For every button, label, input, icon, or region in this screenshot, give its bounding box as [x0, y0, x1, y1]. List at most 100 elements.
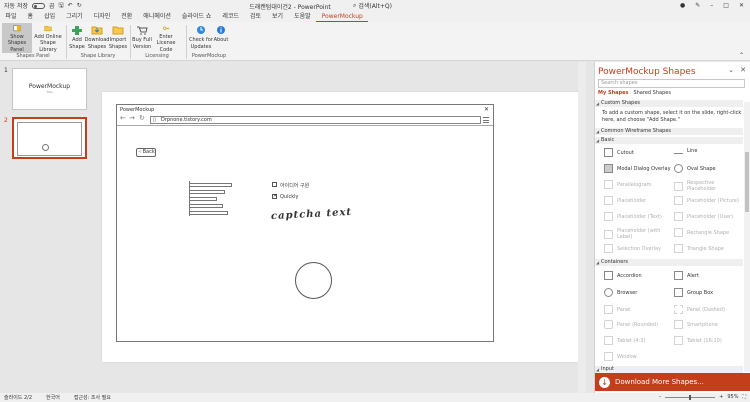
- back-arrow-icon: ←: [120, 114, 126, 122]
- about-button[interactable]: About: [213, 23, 229, 53]
- shape-placeholder-user[interactable]: Placeholder (User): [674, 212, 733, 221]
- tab-insert[interactable]: 삽입: [39, 12, 61, 22]
- minimize-icon[interactable]: –: [710, 2, 713, 9]
- checkbox-2[interactable]: ✕: [272, 194, 277, 199]
- accessibility-status[interactable]: 접근성: 조사 필요: [74, 394, 111, 401]
- search-box[interactable]: ⌕ 검색(Alt+Q): [353, 1, 428, 11]
- shape-tablet-4-3[interactable]: Tablet (4:3): [604, 336, 645, 345]
- shape-respective-placeholder[interactable]: Respective Placeholder: [674, 180, 742, 192]
- tab-powermockup[interactable]: PowerMockup: [316, 12, 369, 22]
- slide-canvas[interactable]: PowerMockup ✕ ← → ↻ ▯ Drpnone.tistory.co…: [102, 92, 584, 362]
- bar-3[interactable]: [189, 197, 217, 201]
- tab-record[interactable]: 레코드: [217, 12, 245, 22]
- section-custom-shapes[interactable]: Custom Shapes: [595, 100, 743, 107]
- section-basic[interactable]: Basic: [595, 137, 743, 144]
- language[interactable]: 한국어: [46, 394, 60, 401]
- checkbox-1[interactable]: [272, 182, 277, 187]
- shape-placeholder-picture[interactable]: Placeholder (Picture): [674, 196, 739, 205]
- shape-line[interactable]: Line: [674, 148, 697, 154]
- tab-review[interactable]: 검토: [244, 12, 266, 22]
- browser-window-title: PowerMockup: [120, 107, 155, 113]
- undo-icon[interactable]: ↶: [68, 2, 73, 9]
- shape-panel-dashed[interactable]: Panel (Dashed): [674, 305, 725, 314]
- thumb-title: PowerMockup: [28, 83, 71, 90]
- check-for-updates-button[interactable]: Check for Updates: [189, 23, 213, 53]
- maximize-icon[interactable]: □: [723, 2, 729, 9]
- shape-placeholder-with-label[interactable]: Placeholder (with Label): [604, 228, 672, 240]
- shape-window[interactable]: Window: [604, 352, 637, 361]
- shape-modal-dialog-overlay[interactable]: Modal Dialog Overlay: [604, 164, 671, 173]
- buy-full-version-button[interactable]: Buy Full Version: [132, 23, 152, 53]
- pen-icon[interactable]: ✎: [695, 2, 700, 9]
- section-containers[interactable]: Containers: [595, 259, 743, 266]
- add-online-library-button[interactable]: Add Online Shape Library: [33, 23, 63, 53]
- bar-5[interactable]: [189, 211, 228, 215]
- section-common-wireframe[interactable]: Common Wireframe Shapes: [595, 128, 743, 135]
- section-input[interactable]: Input: [595, 366, 743, 373]
- zoom-in-icon[interactable]: +: [719, 394, 723, 400]
- zoom-out-icon[interactable]: –: [659, 394, 662, 400]
- fit-slide-icon[interactable]: ⛶: [742, 394, 746, 400]
- download-more-shapes-button[interactable]: ↓ Download More Shapes...: [595, 373, 750, 391]
- shape-placeholder-text[interactable]: Placeholder (Text): [604, 212, 662, 221]
- slide-count: 슬라이드 2/2: [4, 395, 33, 401]
- tab-slideshow[interactable]: 슬라이드 쇼: [176, 12, 217, 22]
- zoom-controls: – + 95% ⛶: [659, 394, 746, 400]
- tab-my-shapes[interactable]: My Shapes: [598, 90, 628, 96]
- pane-close-icon[interactable]: ✕: [740, 66, 746, 74]
- shape-parallelogram[interactable]: Parallelogram: [604, 180, 651, 189]
- pane-scrollbar[interactable]: [744, 102, 750, 372]
- shape-smartphone[interactable]: Smartphone: [674, 320, 718, 329]
- tab-draw[interactable]: 그리기: [61, 12, 89, 22]
- redo-icon[interactable]: ↻: [77, 2, 82, 9]
- bar-2[interactable]: [189, 190, 225, 194]
- search-placeholder: Search shapes: [601, 80, 638, 86]
- circle-shape[interactable]: [295, 262, 332, 299]
- import-shapes-button[interactable]: Import Shapes: [108, 23, 128, 53]
- shape-selection-overlay[interactable]: Selection Overlay: [604, 244, 661, 253]
- tab-view[interactable]: 보기: [267, 12, 289, 22]
- shape-group-box[interactable]: Group Box: [674, 288, 713, 297]
- slide-thumbnail-2[interactable]: [12, 117, 87, 159]
- shape-panel-rounded[interactable]: Panel (Rounded): [604, 320, 658, 329]
- tab-design[interactable]: 디자인: [88, 12, 116, 22]
- chevron-down-icon[interactable]: ⌄: [728, 66, 734, 74]
- shape-placeholder[interactable]: Placeholder: [604, 196, 646, 205]
- save-icon[interactable]: 🖫: [59, 1, 64, 11]
- shape-browser[interactable]: Browser: [604, 288, 637, 297]
- shape-rectangle[interactable]: Rectangle Shape: [674, 228, 729, 237]
- shape-triangle[interactable]: Triangle Shape: [674, 244, 724, 253]
- shape-tablet-16-10[interactable]: Tablet (16:10): [674, 336, 722, 345]
- zoom-slider[interactable]: [665, 394, 716, 400]
- add-shape-button[interactable]: Add Shape: [68, 23, 86, 53]
- custom-shapes-help: To add a custom shape, select it on the …: [602, 110, 742, 123]
- editor-scrollbar[interactable]: [578, 62, 586, 393]
- show-shapes-panel-button[interactable]: Show Shapes Panel: [2, 23, 32, 53]
- tab-shared-shapes[interactable]: Shared Shapes: [633, 90, 670, 96]
- shape-oval[interactable]: Oval Shape: [674, 164, 716, 173]
- tab-help[interactable]: 도움말: [289, 12, 317, 22]
- folder-icon: [44, 25, 52, 32]
- collapse-ribbon-icon[interactable]: ⌃: [739, 52, 744, 59]
- avatar[interactable]: ●: [680, 2, 685, 9]
- shape-alert[interactable]: Alert: [674, 271, 699, 280]
- download-shapes-button[interactable]: Download Shapes: [85, 23, 109, 53]
- browser-mockup[interactable]: PowerMockup ✕ ← → ↻ ▯ Drpnone.tistory.co…: [116, 104, 494, 342]
- bar-1[interactable]: [189, 183, 232, 187]
- shape-search-input[interactable]: Search shapes: [598, 79, 745, 88]
- tab-animations[interactable]: 애니메이션: [138, 12, 177, 22]
- enter-license-code-button[interactable]: Enter License Code: [152, 23, 180, 53]
- tab-transitions[interactable]: 전환: [116, 12, 138, 22]
- close-icon[interactable]: ✕: [739, 2, 744, 9]
- slide-thumbnail-1[interactable]: PowerMockup Title: [12, 68, 87, 110]
- shape-cutout[interactable]: Cutout: [604, 148, 634, 157]
- back-button[interactable]: ‹ Back: [136, 148, 156, 157]
- zoom-level[interactable]: 95%: [727, 394, 738, 400]
- tab-home[interactable]: 홈: [22, 12, 39, 22]
- tab-file[interactable]: 파일: [0, 12, 22, 22]
- bar-4[interactable]: [189, 204, 223, 208]
- shape-panel[interactable]: Panel: [604, 305, 631, 314]
- autosave-toggle[interactable]: [32, 2, 45, 9]
- pane-scroll-thumb[interactable]: [745, 152, 749, 212]
- shape-accordion[interactable]: Accordion: [604, 271, 642, 280]
